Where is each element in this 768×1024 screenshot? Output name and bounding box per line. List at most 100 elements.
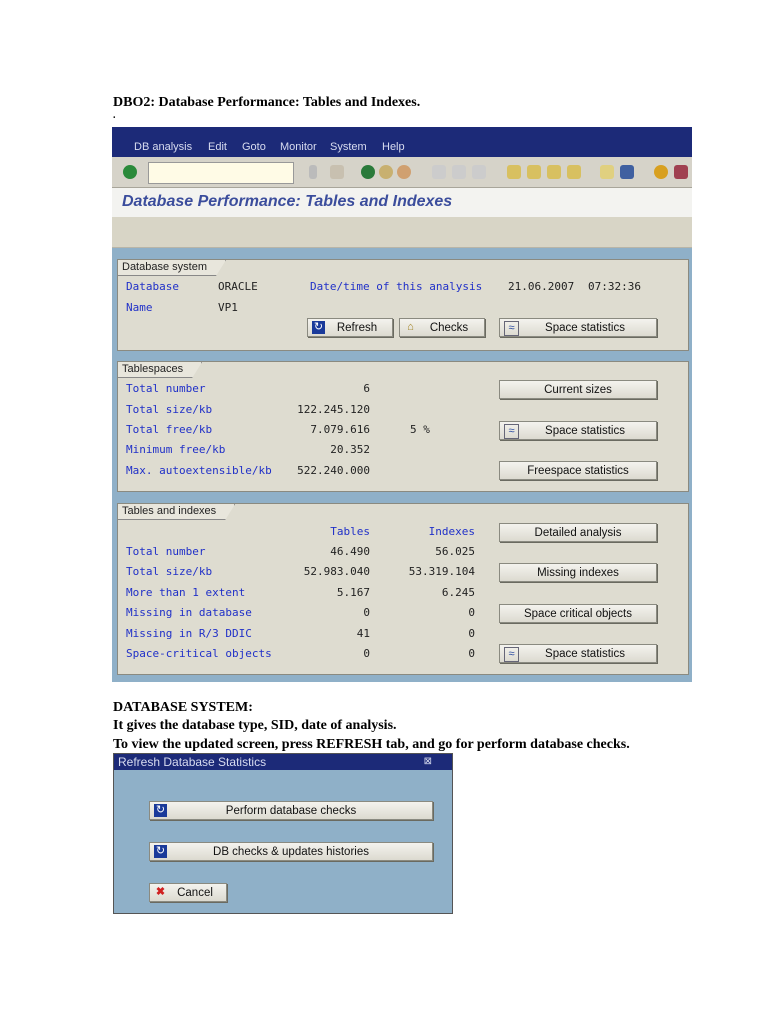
print-icon[interactable] — [432, 165, 446, 179]
space-critical-objects-button[interactable]: Space critical objects — [499, 604, 657, 623]
find-icon[interactable] — [452, 165, 466, 179]
ti-indexes-value: 6.245 — [441, 585, 475, 599]
ts-value: 522.240.000 — [297, 464, 370, 477]
ti-indexes-value: 0 — [468, 626, 475, 640]
ts-label: Minimum free/kb — [126, 443, 226, 456]
ti-tables-value: 46.490 — [330, 545, 370, 558]
back-icon[interactable] — [361, 165, 375, 179]
last-page-icon[interactable] — [567, 165, 581, 179]
enter-icon[interactable] — [123, 165, 137, 179]
refresh-icon: ↻ — [312, 321, 325, 334]
menu-edit[interactable]: Edit — [208, 141, 227, 153]
menu-monitor[interactable]: Monitor — [280, 141, 317, 153]
back-arrow-icon[interactable] — [309, 165, 317, 179]
toolbar — [112, 157, 692, 188]
doc-heading: DBO2: Database Performance: Tables and I… — [113, 95, 421, 110]
ti-row-label: Space-critical objects — [126, 647, 272, 660]
space-statistics-button[interactable]: ≈ Space statistics — [499, 318, 657, 337]
ti-indexes-value: 0 — [468, 647, 475, 660]
button-label: Space statistics — [545, 425, 625, 437]
detailed-analysis-button[interactable]: Detailed analysis — [499, 523, 657, 542]
time-value: 07:32:36 — [588, 280, 641, 293]
missing-indexes-button[interactable]: Missing indexes — [499, 563, 657, 582]
button-label: DB checks & updates histories — [213, 846, 369, 858]
ti-row-label: Missing in R/3 DDIC — [126, 626, 252, 640]
col-indexes: Indexes — [428, 525, 475, 538]
chart-icon: ≈ — [504, 424, 519, 439]
database-system-group: Database system Database ORACLE Name VP1… — [117, 259, 689, 351]
window-titlebar — [112, 127, 692, 138]
col-tables: Tables — [330, 525, 370, 538]
group-title: Database system — [118, 260, 226, 276]
description-line: To view the updated screen, press REFRES… — [113, 737, 630, 752]
refresh-icon: ↻ — [154, 845, 167, 858]
cancel-button[interactable]: ✖ Cancel — [149, 883, 227, 902]
database-value: ORACLE — [218, 280, 258, 293]
ts-value: 6 — [363, 382, 370, 395]
group-title: Tables and indexes — [118, 504, 235, 520]
create-session-icon[interactable] — [600, 165, 614, 179]
perform-checks-button[interactable]: ↻ Perform database checks — [149, 801, 433, 820]
help-icon[interactable] — [654, 165, 668, 179]
layout-menu-icon[interactable] — [674, 165, 688, 179]
date-label: Date/time of this analysis — [310, 280, 483, 293]
checks-icon: ⌂ — [407, 321, 414, 333]
section-heading: DATABASE SYSTEM: — [113, 700, 253, 715]
freespace-statistics-button[interactable]: Freespace statistics — [499, 461, 657, 480]
previous-page-icon[interactable] — [527, 165, 541, 179]
ti-tables-value: 0 — [363, 606, 370, 620]
space-statistics-button[interactable]: ≈ Space statistics — [499, 421, 657, 440]
ts-value: 122.245.120 — [297, 403, 370, 416]
refresh-dialog: Refresh Database Statistics ⊠ ↻ Perform da… — [113, 753, 453, 914]
dialog-titlebar: Refresh Database Statistics ⊠ — [114, 754, 452, 770]
name-label: Name — [126, 301, 153, 314]
menu-goto[interactable]: Goto — [242, 141, 266, 153]
button-label: Perform database checks — [225, 805, 357, 817]
refresh-button[interactable]: ↻ Refresh — [307, 318, 393, 337]
dialog-title: Refresh Database Statistics — [118, 755, 267, 769]
date-value: 21.06.2007 — [508, 280, 575, 293]
ts-label: Total size/kb — [126, 403, 213, 416]
button-label: Missing indexes — [537, 567, 619, 579]
tablespaces-group: Tablespaces Total number 6 Total size/kb… — [117, 361, 689, 492]
checks-button[interactable]: ⌂ Checks — [399, 318, 485, 337]
menu-db-analysis[interactable]: DB analysis — [134, 141, 192, 153]
ts-label: Max. autoextensible/kb — [126, 464, 272, 477]
group-title: Tablespaces — [118, 362, 202, 378]
exit-icon[interactable] — [379, 165, 393, 179]
ts-label: Total number — [126, 382, 206, 395]
histories-button[interactable]: ↻ DB checks & updates histories — [149, 842, 433, 861]
menu-help[interactable]: Help — [382, 141, 405, 153]
chart-icon: ≈ — [504, 321, 519, 336]
tables-indexes-group: Tables and indexes Tables Indexes Total … — [117, 503, 689, 675]
ti-row-label: More than 1 extent — [126, 585, 246, 599]
menu-bar: DB analysis Edit Goto Monitor System Hel… — [112, 138, 692, 157]
ti-indexes-value: 53.319.104 — [408, 565, 475, 579]
command-field[interactable] — [148, 162, 294, 184]
ts-label: Total free/kb — [126, 423, 213, 436]
ti-indexes-value: 0 — [468, 606, 475, 620]
ts-value: 20.352 — [330, 443, 370, 456]
space-statistics-button[interactable]: ≈ Space statistics — [499, 644, 657, 663]
close-icon[interactable]: ⊠ — [424, 754, 432, 770]
ti-row-label: Missing in database — [126, 606, 252, 620]
button-label: Freespace statistics — [527, 465, 629, 477]
first-page-icon[interactable] — [507, 165, 521, 179]
button-label: Refresh — [336, 322, 378, 334]
menu-system[interactable]: System — [330, 141, 367, 153]
save-icon[interactable] — [330, 165, 344, 179]
button-label: Detailed analysis — [534, 527, 622, 539]
ti-row-label: Total number — [126, 545, 206, 558]
button-label: Space statistics — [545, 648, 625, 660]
ti-tables-value: 41 — [356, 626, 370, 640]
ts-value: 7.079.616 — [310, 423, 370, 436]
chart-icon: ≈ — [504, 647, 519, 662]
cancel-icon[interactable] — [397, 165, 411, 179]
current-sizes-button[interactable]: Current sizes — [499, 380, 657, 399]
application-toolbar — [112, 217, 692, 248]
find-next-icon[interactable] — [472, 165, 486, 179]
title-band: Database Performance: Tables and Indexes — [112, 188, 692, 217]
name-value: VP1 — [218, 301, 238, 314]
shortcut-icon[interactable] — [620, 165, 634, 179]
next-page-icon[interactable] — [547, 165, 561, 179]
